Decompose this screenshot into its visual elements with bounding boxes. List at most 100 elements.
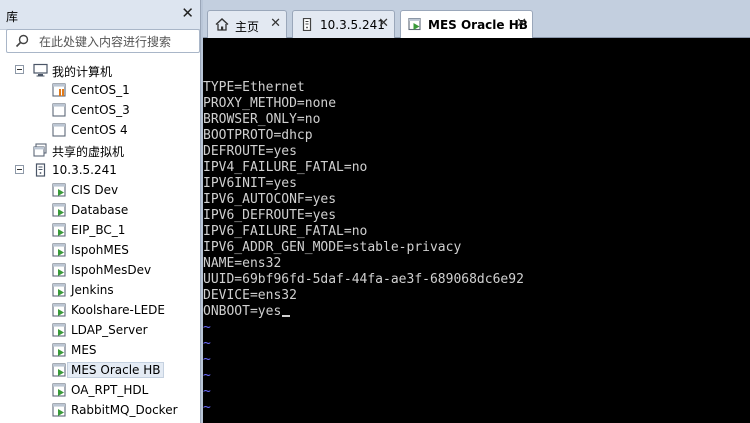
server-icon (33, 163, 48, 177)
tree-item-ldap-server[interactable]: LDAP_Server (0, 320, 200, 340)
tree-item-label: CentOS_3 (71, 103, 130, 117)
tree-item-mes-oracle-hb[interactable]: MES Oracle HB (0, 360, 200, 380)
shared-vms-icon (33, 143, 48, 157)
tree-item-label: 10.3.5.241 (52, 163, 117, 177)
tree-item-ispohmes[interactable]: IspohMES (0, 240, 200, 260)
remote-vm-icon (52, 263, 67, 277)
tree-item-jenkins[interactable]: Jenkins (0, 280, 200, 300)
remote-vm-icon (52, 403, 67, 417)
tree-item-label: Jenkins (71, 283, 114, 297)
remote-vm-icon (52, 303, 67, 317)
library-header: 库 ✕ (0, 0, 200, 30)
tree-item-centos-3[interactable]: CentOS_3 (0, 100, 200, 120)
tree-item-label: IspohMesDev (71, 263, 152, 277)
console-line: UUID=69bf96fd-5daf-44fa-ae3f-689068dc6e9… (203, 272, 524, 287)
tree-item-oa-rpt-hdl[interactable]: OA_RPT_HDL (0, 380, 200, 400)
tree-item-label: 我的计算机 (52, 65, 113, 79)
tab-label: 10.3.5.241 (320, 18, 385, 32)
remote-vm-icon (52, 223, 67, 237)
search-icon (15, 34, 29, 48)
tree-item-label: Database (71, 203, 129, 217)
tree-item-[interactable]: 我的计算机 (0, 60, 200, 80)
console-line: DEVICE=ens32 (203, 288, 297, 303)
console-line: IPV6_AUTOCONF=yes (203, 192, 337, 207)
tree-item-label: CIS Dev (71, 183, 119, 197)
tab-home[interactable]: 主页 ✕ (207, 10, 287, 38)
remote-vm-icon (52, 283, 67, 297)
tree-item-label: IspohMES (71, 243, 129, 257)
console-text: TYPE=Ethernet PROXY_METHOD=none BROWSER_ON… (203, 80, 524, 416)
tree-item-cis-dev[interactable]: CIS Dev (0, 180, 200, 200)
remote-vm-icon (52, 363, 67, 377)
vm-tab-icon (408, 17, 422, 31)
remote-vm-icon (52, 323, 67, 337)
console-line: IPV6INIT=yes (203, 176, 297, 191)
search-input[interactable] (39, 33, 194, 50)
tree-item-centos-4[interactable]: CentOS 4 (0, 120, 200, 140)
library-title: 库 (6, 10, 19, 24)
tree-item-10-3-5-241[interactable]: 10.3.5.241 (0, 160, 200, 180)
text-cursor (282, 315, 291, 317)
library-panel: 库 ✕ 我的计算机 CentOS_1 CentOS_3 CentOS 4 共享的虚拟机 1… (0, 0, 201, 423)
remote-vm-icon (52, 243, 67, 257)
console-empty-line-marker: ~ (203, 320, 211, 335)
tree-item-database[interactable]: Database (0, 200, 200, 220)
server-tab-icon (300, 17, 314, 32)
console-empty-line-marker: ~ (203, 400, 211, 415)
tree-item-label: RabbitMQ_Docker (71, 403, 178, 417)
library-search[interactable] (6, 29, 200, 53)
console-line: IPV6_ADDR_GEN_MODE=stable-privacy (203, 240, 462, 255)
tree-item-label: CentOS 4 (71, 123, 128, 137)
console-line: IPV6_FAILURE_FATAL=no (203, 224, 368, 239)
home-icon (215, 18, 229, 31)
tab-close-icon[interactable]: ✕ (378, 16, 389, 32)
tab-vm[interactable]: MES Oracle HB ✕ (400, 10, 533, 39)
tree-item-koolshare-lede[interactable]: Koolshare-LEDE (0, 300, 200, 320)
tree-item-rabbitmq-docker[interactable]: RabbitMQ_Docker (0, 400, 200, 420)
tree-item-ispohmesdev[interactable]: IspohMesDev (0, 260, 200, 280)
remote-vm-icon (52, 183, 67, 197)
tree-item-eip-bc-1[interactable]: EIP_BC_1 (0, 220, 200, 240)
tree-item-label: CentOS_1 (71, 83, 130, 97)
console-line: NAME=ens32 (203, 256, 282, 271)
console-line: IPV6_DEFROUTE=yes (203, 208, 337, 223)
console-line: IPV4_FAILURE_FATAL=no (203, 160, 368, 175)
collapse-icon[interactable] (15, 165, 24, 174)
tree-item-label: Koolshare-LEDE (71, 303, 165, 317)
tree-item-label: EIP_BC_1 (71, 223, 126, 237)
tab-close-icon[interactable]: ✕ (516, 16, 527, 32)
tree-item-label: OA_RPT_HDL (71, 383, 149, 397)
console-line: ONBOOT=yes (203, 304, 524, 320)
vm-icon (52, 123, 67, 137)
console-line: BOOTPROTO=dhcp (203, 128, 313, 143)
tree-item-mes[interactable]: MES (0, 340, 200, 360)
console-line: DEFROUTE=yes (203, 144, 297, 159)
tab-host[interactable]: 10.3.5.241 ✕ (292, 10, 395, 38)
remote-vm-icon (52, 383, 67, 397)
console-line: BROWSER_ONLY=no (203, 112, 321, 127)
vm-console[interactable]: TYPE=Ethernet PROXY_METHOD=none BROWSER_ON… (203, 38, 750, 423)
library-tree: 我的计算机 CentOS_1 CentOS_3 CentOS 4 共享的虚拟机 10.3.… (0, 60, 200, 420)
tree-item-centos-1[interactable]: CentOS_1 (0, 80, 200, 100)
console-empty-line-marker: ~ (203, 368, 211, 383)
vm-icon (52, 103, 67, 117)
tree-item-[interactable]: 共享的虚拟机 (0, 140, 200, 160)
tree-item-label: MES (71, 343, 97, 357)
tree-item-label: LDAP_Server (71, 323, 148, 337)
collapse-icon[interactable] (15, 65, 24, 74)
console-empty-line-marker: ~ (203, 352, 211, 367)
remote-vm-icon (52, 343, 67, 357)
tab-bar: 主页 ✕ 10.3.5.241 ✕ MES Oracle HB ✕ (203, 0, 750, 39)
library-close-icon[interactable]: ✕ (181, 5, 194, 21)
tree-item-label: MES Oracle HB (66, 362, 165, 378)
vm-running-icon (52, 83, 67, 97)
console-line: PROXY_METHOD=none (203, 96, 337, 111)
tree-item-label: 共享的虚拟机 (52, 145, 125, 159)
console-empty-line-marker: ~ (203, 384, 211, 399)
console-line: TYPE=Ethernet (203, 80, 305, 95)
tab-label: MES Oracle HB (428, 18, 528, 32)
console-empty-line-marker: ~ (203, 336, 211, 351)
remote-vm-icon (52, 203, 67, 217)
computer-icon (33, 63, 48, 77)
tab-close-icon[interactable]: ✕ (270, 16, 281, 32)
